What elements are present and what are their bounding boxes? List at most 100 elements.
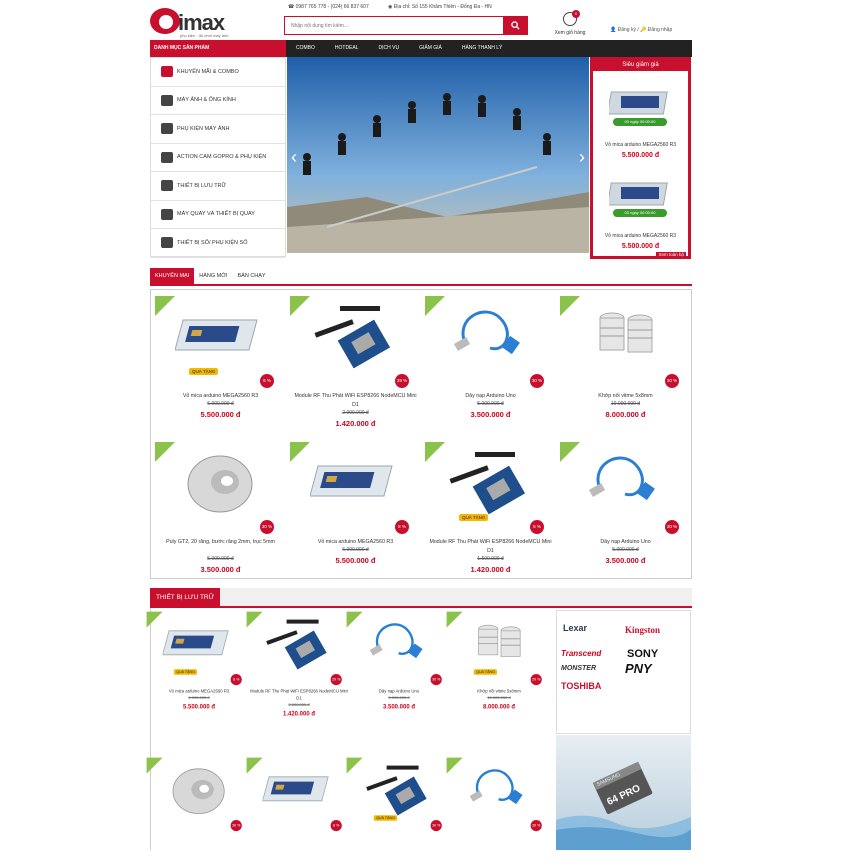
product-image[interactable] [363,759,435,823]
brand-logo[interactable]: Kingston [625,625,660,635]
cart-label: Xem giỏ hàng [554,30,586,36]
deal-item-name[interactable]: Vỏ mica arduino MEGA2560 R3 [593,233,688,239]
banner-next-arrow[interactable]: › [579,147,585,168]
product-name[interactable]: Vỏ mica arduino MEGA2560 R3 [157,392,284,401]
product-image[interactable] [175,444,265,524]
new-badge [146,611,163,628]
product-card[interactable]: 8 % [245,756,353,868]
product-card[interactable]: 30 % Dây nạp Arduino Uno 5.000.000 đ 3.500.… [423,294,558,434]
product-card[interactable]: 30 % Puly GT2, 20 răng, bước răng 2mm, tr… [153,440,288,580]
product-card[interactable]: 30 % Dây nạp Arduino Uno 5.000.000 đ 3.500.… [345,610,453,722]
brand-logo[interactable]: PNY [625,661,652,676]
deal-item-name[interactable]: Vỏ mica arduino MEGA2560 R3 [593,142,688,148]
product-price: 1.420.000 đ [282,710,316,718]
banner-prev-arrow[interactable]: ‹ [291,147,297,168]
product-card[interactable]: 8 % Vỏ mica arduino MEGA2560 R3 6.000.000 … [288,440,423,580]
product-name[interactable]: Module RF Thu Phát WiFi ESP8266 NodeMCU … [248,688,350,702]
product-image[interactable] [174,298,265,378]
sidebar-item-cameras[interactable]: MÁY ẢNH & ỐNG KÍNH [151,87,285,115]
discount-badge: 8 % [260,374,274,388]
category-menu-title[interactable]: DANH MỤC SẢN PHẨM [150,40,286,57]
category-sidebar: KHUYẾN MÃI & COMBO MÁY ẢNH & ỐNG KÍNH PH… [150,57,286,258]
brand-logo[interactable]: Lexar [563,623,587,633]
nav-item-combo[interactable]: COMBO [286,40,325,57]
product-name[interactable]: Khớp nối vitme 5x8mm [448,688,550,695]
nav-item-discount[interactable]: GIẢM GIÁ [409,40,452,57]
product-name[interactable]: Vỏ mica arduino MEGA2560 R3 [292,538,419,547]
hero-banner[interactable]: ‹ › [287,57,589,253]
nav-item-clearance[interactable]: HÀNG THANH LÝ [452,40,512,57]
product-name[interactable]: Khớp nối vitme 5x8mm [562,392,689,401]
brand-logo[interactable]: Transcend [561,649,601,658]
brand-logo[interactable]: SONY [627,648,658,660]
product-name[interactable]: Puly GT2, 20 răng, bước răng 2mm, trục 5… [157,538,284,547]
product-image[interactable] [163,759,235,823]
product-price: 3.500.000 đ [382,702,416,710]
product-name[interactable]: Dây nạp Arduino Uno [427,392,554,401]
product-image[interactable] [309,444,400,524]
view-all-deals-link[interactable]: Xem toàn bộ [656,252,686,257]
product-card[interactable]: QUÀ TẶNG 5 % Module RF Thu Phát WiFi ESP82… [423,440,558,580]
product-card[interactable]: QUÀ TẶNG 30 % [345,756,453,868]
discount-badge: 5 % [530,520,544,534]
product-card[interactable]: QUÀ TẶNG 8 % Vỏ mica arduino MEGA2560 R3 6.… [145,610,253,722]
brand-logo[interactable]: MONSTER [561,665,596,672]
product-price: 1.420.000 đ [470,565,511,574]
product-image[interactable] [263,613,335,677]
brand-logo[interactable]: TOSHIBA [561,681,601,691]
search-input[interactable] [285,17,503,34]
product-card[interactable]: 29 % Module RF Thu Phát WiFi ESP8266 Node… [245,610,353,722]
search-button[interactable] [503,17,527,34]
tab-new[interactable]: HÀNG MỚI [194,268,232,284]
cart-button[interactable]: 0 Xem giỏ hàng [550,10,590,40]
discount-badge: 30 % [230,820,242,832]
nav-item-services[interactable]: DỊCH VỤ [369,40,410,57]
site-logo[interactable]: imax phụ kiện - đồ chơi máy ảnh [150,8,242,40]
product-name[interactable]: Dây nạp Arduino Uno [348,688,450,695]
tab-promotion[interactable]: KHUYẾN MẠI [150,268,195,284]
product-image[interactable] [463,613,535,677]
sidebar-item-digital[interactable]: THIẾT BỊ SỐ/ PHỤ KIỆN SỐ [151,229,285,258]
section-title[interactable]: THIẾT BỊ LƯU TRỮ [150,588,221,608]
discount-badge: 30 % [665,520,679,534]
product-card[interactable]: 29 % Module RF Thu Phát WiFi ESP8266 Node… [288,294,423,434]
product-image[interactable] [262,759,335,823]
deal-item[interactable]: 00 ngày 00:00:00 Vỏ mica arduino MEGA256… [593,72,688,167]
nav-item-hotdeal[interactable]: HOTDEAL [325,40,369,57]
product-image[interactable] [445,298,535,378]
product-image[interactable] [580,298,670,378]
sidebar-item-camera-accessories[interactable]: PHỤ KIỆN MÁY ẢNH [151,115,285,144]
old-price: 1.500.000 đ [477,556,504,562]
deal-item[interactable]: 00 ngày 00:00:00 Vỏ mica arduino MEGA256… [593,163,688,258]
product-name[interactable]: Vỏ mica arduino MEGA2560 R3 [148,688,250,695]
flash-deal-box: Siêu giảm giá 00 ngày 00:00:00 Vỏ mica a… [590,57,691,259]
deal-countdown: 00 ngày 00:00:00 [613,209,667,217]
product-card[interactable]: 30 % Dây nạp Arduino Uno 5.000.000 đ 3.500.… [558,440,693,580]
tab-bestseller[interactable]: BÁN CHẠY [232,268,270,284]
product-image[interactable] [463,759,535,823]
product-name[interactable]: Dây nạp Arduino Uno [562,538,689,547]
login-link[interactable]: Đăng nhập [648,27,672,33]
sidebar-ad-banner[interactable]: SAMSUNG 64 PRO [556,735,691,850]
product-image[interactable] [580,444,670,524]
product-image[interactable] [162,613,235,677]
product-image[interactable] [363,613,435,677]
product-image[interactable] [445,444,535,524]
product-name[interactable]: Module RF Thu Phát WiFi ESP8266 NodeMCU … [427,538,554,556]
product-image [609,91,668,115]
product-card[interactable]: 20 % Khớp nối vitme 5x8mm 10.000.000 đ 8.00… [558,294,693,434]
product-card[interactable]: 30 % [145,756,253,868]
product-card[interactable]: 30 % [445,756,553,868]
gift-badge: QUÀ TẶNG [373,815,398,821]
product-image[interactable] [310,298,400,378]
sidebar-item-action-cam[interactable]: ACTION CAM GOPRO & PHỤ KIỆN [151,144,285,172]
sidebar-item-promo[interactable]: KHUYẾN MÃI & COMBO [151,58,285,87]
register-link[interactable]: Đăng ký [618,27,636,33]
product-card[interactable]: QUÀ TẶNG 20 % Khớp nối vitme 5x8mm 10.000.0… [445,610,553,722]
sidebar-item-storage[interactable]: THIẾT BỊ LƯU TRỮ [151,172,285,201]
new-badge [560,442,580,462]
product-card[interactable]: QUÀ TẶNG 8 % Vỏ mica arduino MEGA2560 R3 6.… [153,294,288,434]
sidebar-item-video[interactable]: MÁY QUAY VÀ THIẾT BỊ QUAY [151,201,285,229]
address-info: ◉ Địa chỉ: Số 155 Khâm Thiên - Đống Đa -… [388,4,492,10]
product-name[interactable]: Module RF Thu Phát WiFi ESP8266 NodeMCU … [292,392,419,410]
